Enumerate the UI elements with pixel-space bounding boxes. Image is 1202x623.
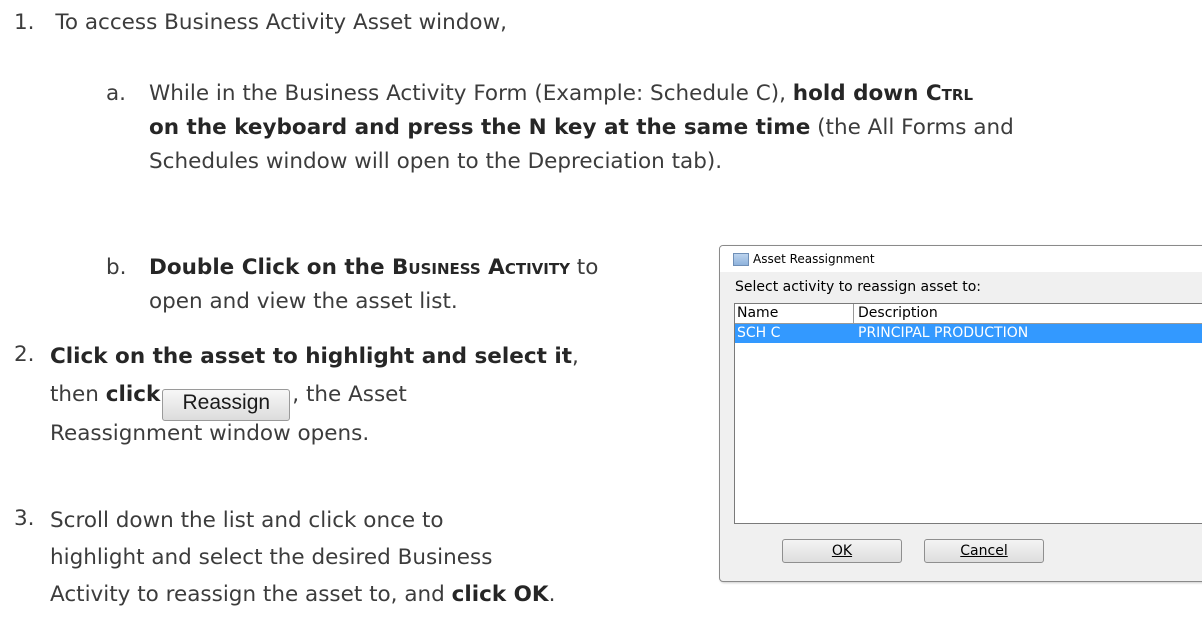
list-header: Name Description (735, 304, 1202, 324)
dialog-titlebar: Asset Reassignment (720, 246, 1202, 272)
step-1: 1. To access Business Activity Asset win… (14, 6, 507, 40)
column-header-name[interactable]: Name (737, 304, 778, 323)
step-text: To access Business Activity Asset window… (55, 10, 507, 35)
window-icon (733, 253, 749, 266)
step-number: 1. (14, 10, 35, 35)
step-3: 3. (14, 502, 35, 536)
asset-reassignment-dialog: Asset Reassignment Select activity to re… (719, 245, 1202, 582)
step-2-body: Click on the asset to highlight and sele… (50, 344, 579, 446)
reassign-button[interactable]: Reassign (162, 389, 291, 421)
step-2: 2. (14, 338, 35, 372)
step-1a: a. (106, 77, 126, 111)
step-number: 3. (14, 506, 35, 531)
ok-button[interactable]: OK (782, 539, 902, 563)
column-header-description[interactable]: Description (853, 304, 938, 323)
step-number: 2. (14, 342, 35, 367)
cancel-button[interactable]: Cancel (924, 539, 1044, 563)
step-letter: a. (106, 81, 127, 106)
dialog-title: Asset Reassignment (753, 252, 875, 266)
step-3-body: Scroll down the list and click once to h… (50, 508, 556, 607)
dialog-prompt: Select activity to reassign asset to: (735, 279, 982, 295)
step-letter: b. (106, 255, 127, 280)
step-1a-body: While in the Business Activity Form (Exa… (149, 81, 1014, 174)
step-1b: b. (106, 251, 126, 285)
activity-name: SCH C (737, 325, 781, 341)
activity-description: PRINCIPAL PRODUCTION (858, 325, 1029, 341)
activity-list[interactable]: Name Description SCH C PRINCIPAL PRODUCT… (734, 303, 1202, 524)
step-1b-body: Double Click on the Business Activity to… (149, 255, 599, 314)
list-item[interactable]: SCH C PRINCIPAL PRODUCTION (735, 324, 1202, 343)
